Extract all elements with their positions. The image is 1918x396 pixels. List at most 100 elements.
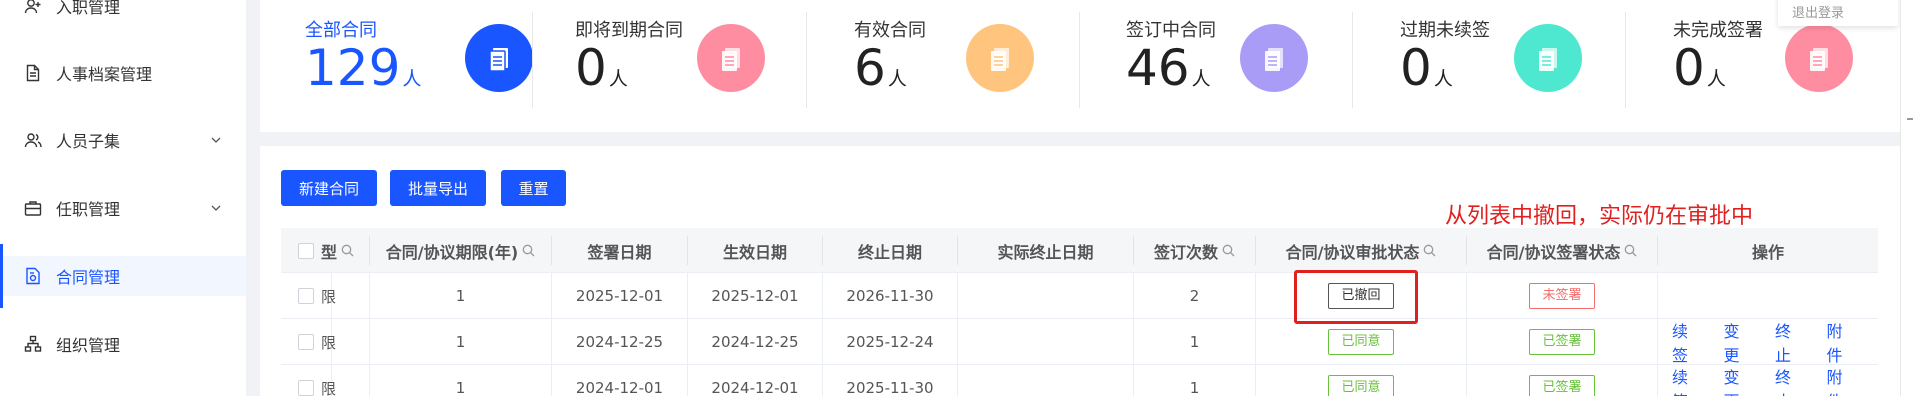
stats-card: 全部合同 129 人 即将到期合同 0人 有效合同 6人 签订中合同 46 人 过期… — [260, 0, 1900, 132]
cell-approval-status: 已同意 — [1256, 365, 1466, 396]
cell-type: 限 — [321, 287, 337, 306]
column-header-approval-status[interactable]: 合同/协议审批状态 — [1256, 228, 1466, 273]
document-icon — [697, 24, 765, 92]
stat-value: 0人 — [1400, 39, 1453, 97]
renew-link[interactable]: 续签 — [1672, 318, 1700, 366]
signing-status-badge: 已签署 — [1529, 375, 1595, 396]
logout-link[interactable]: 退出登录 — [1792, 2, 1844, 21]
sidebar-item-label: 入职管理 — [56, 0, 121, 17]
stat-signing-contracts[interactable]: 签订中合同 46 人 — [1126, 0, 1356, 132]
stat-expired-unrenewed[interactable]: 过期未续签 0人 — [1400, 0, 1630, 132]
batch-export-button[interactable]: 批量导出 — [390, 170, 486, 206]
table-header: 型 合同/协议期限(年) 签署日期 生效日期 终止日期 实际终止日期 签订次数 … — [281, 228, 1878, 273]
cell-end-date: 2025-11-30 — [846, 379, 934, 396]
search-icon[interactable] — [1624, 244, 1637, 257]
cell-actual-end-date — [958, 319, 1133, 365]
search-icon[interactable] — [522, 244, 535, 257]
briefcase-icon — [24, 201, 42, 216]
search-icon[interactable] — [1222, 244, 1235, 257]
row-separator — [1657, 319, 1658, 365]
sidebar-item-label: 合同管理 — [56, 268, 121, 287]
stat-value: 0人 — [575, 39, 628, 97]
column-header-actual-end-date[interactable]: 实际终止日期 — [958, 228, 1133, 273]
cell-signing-status: 已签署 — [1467, 365, 1657, 396]
signing-status-badge: 未签署 — [1529, 283, 1595, 309]
cell-term: 1 — [455, 333, 466, 351]
row-separator — [1657, 273, 1658, 319]
column-header-term[interactable]: 合同/协议期限(年) — [370, 228, 551, 273]
column-header-effective-date[interactable]: 生效日期 — [688, 228, 822, 273]
right-scrollbar[interactable] — [1900, 0, 1918, 396]
attachment-link[interactable]: 附件 — [1827, 318, 1855, 366]
document-icon — [966, 24, 1034, 92]
contract-icon — [26, 267, 40, 285]
sidebar-item-hr-files[interactable]: 人事档案管理 — [0, 53, 246, 93]
cell-actual-end-date — [958, 273, 1133, 319]
scroll-marker — [1907, 118, 1913, 120]
sidebar-item-label: 人员子集 — [56, 132, 121, 151]
column-header-signing-status[interactable]: 合同/协议签署状态 — [1467, 228, 1657, 273]
terminate-link[interactable]: 终止 — [1775, 318, 1803, 366]
document-icon — [1240, 24, 1308, 92]
approval-status-badge: 已同意 — [1328, 329, 1394, 355]
search-icon[interactable] — [341, 244, 354, 257]
stat-expiring-contracts[interactable]: 即将到期合同 0人 — [575, 0, 805, 132]
table-row[interactable]: 限 1 2025-12-01 2025-12-01 2026-11-30 2 已… — [281, 273, 1878, 319]
sidebar-item-org-mgmt[interactable]: 组织管理 — [0, 324, 246, 364]
sidebar-item-personnel-subsets[interactable]: 人员子集 — [0, 120, 246, 160]
row-separator — [1657, 365, 1658, 396]
cell-sign-count: 1 — [1189, 379, 1200, 396]
document-icon — [26, 64, 40, 82]
sidebar-item-label: 任职管理 — [56, 200, 121, 219]
terminate-link[interactable]: 终止 — [1775, 364, 1803, 396]
sidebar-item-label: 人事档案管理 — [56, 65, 153, 84]
document-icon — [1785, 24, 1853, 92]
document-icon — [1514, 24, 1582, 92]
sidebar-item-onboarding[interactable]: 入职管理 — [0, 0, 246, 26]
stat-divider — [1352, 12, 1353, 108]
stat-value: 6人 — [854, 39, 907, 97]
cell-sign-date: 2024-12-25 — [575, 333, 664, 351]
row-actions: 续签 变更 终止 附件 — [1672, 365, 1878, 396]
stat-valid-contracts[interactable]: 有效合同 6人 — [854, 0, 1084, 132]
select-all-checkbox[interactable] — [298, 242, 314, 259]
row-checkbox[interactable] — [298, 334, 314, 350]
column-header-end-date[interactable]: 终止日期 — [823, 228, 957, 273]
cell-term: 1 — [455, 379, 466, 396]
cell-sign-date: 2025-12-01 — [575, 287, 664, 305]
row-checkbox[interactable] — [298, 288, 314, 304]
chevron-down-icon[interactable] — [210, 202, 222, 214]
cell-type: 限 — [321, 379, 337, 396]
change-link[interactable]: 变更 — [1724, 318, 1752, 366]
reset-button[interactable]: 重置 — [501, 170, 566, 206]
search-icon[interactable] — [1423, 244, 1436, 257]
cell-end-date: 2025-12-24 — [846, 333, 934, 351]
table-row[interactable]: 限 1 2024-12-25 2024-12-25 2025-12-24 1 已… — [281, 319, 1878, 365]
stat-value: 129 人 — [305, 39, 422, 97]
table-row[interactable]: 限 1 2024-12-01 2024-12-01 2025-11-30 1 已… — [281, 365, 1878, 396]
stat-divider — [1079, 12, 1080, 108]
renew-link[interactable]: 续签 — [1672, 364, 1700, 396]
sidebar-item-contract-mgmt[interactable]: 合同管理 — [0, 244, 246, 308]
sidebar-item-position-mgmt[interactable]: 任职管理 — [0, 188, 246, 228]
stat-all-contracts[interactable]: 全部合同 129 人 — [305, 0, 535, 132]
cell-sign-count: 2 — [1189, 287, 1200, 305]
org-chart-icon — [24, 335, 42, 352]
stat-value: 0人 — [1673, 39, 1726, 97]
stat-divider — [1625, 12, 1626, 108]
chevron-down-icon[interactable] — [210, 134, 222, 146]
row-actions: 续签 变更 终止 附件 — [1672, 319, 1878, 365]
signing-status-badge: 已签署 — [1529, 329, 1595, 355]
column-header-sign-count[interactable]: 签订次数 — [1134, 228, 1255, 273]
attachment-link[interactable]: 附件 — [1827, 364, 1855, 396]
cell-sign-count: 1 — [1189, 333, 1200, 351]
change-link[interactable]: 变更 — [1724, 364, 1752, 396]
column-header-sign-date[interactable]: 签署日期 — [552, 228, 687, 273]
stat-divider — [532, 12, 533, 108]
column-header-type[interactable]: 型 — [321, 228, 371, 273]
row-checkbox[interactable] — [298, 380, 314, 396]
annotation-highlight-box — [1294, 270, 1418, 324]
new-contract-button[interactable]: 新建合同 — [281, 170, 377, 206]
cell-end-date: 2026-11-30 — [846, 287, 934, 305]
cell-effective-date: 2024-12-25 — [711, 333, 799, 351]
